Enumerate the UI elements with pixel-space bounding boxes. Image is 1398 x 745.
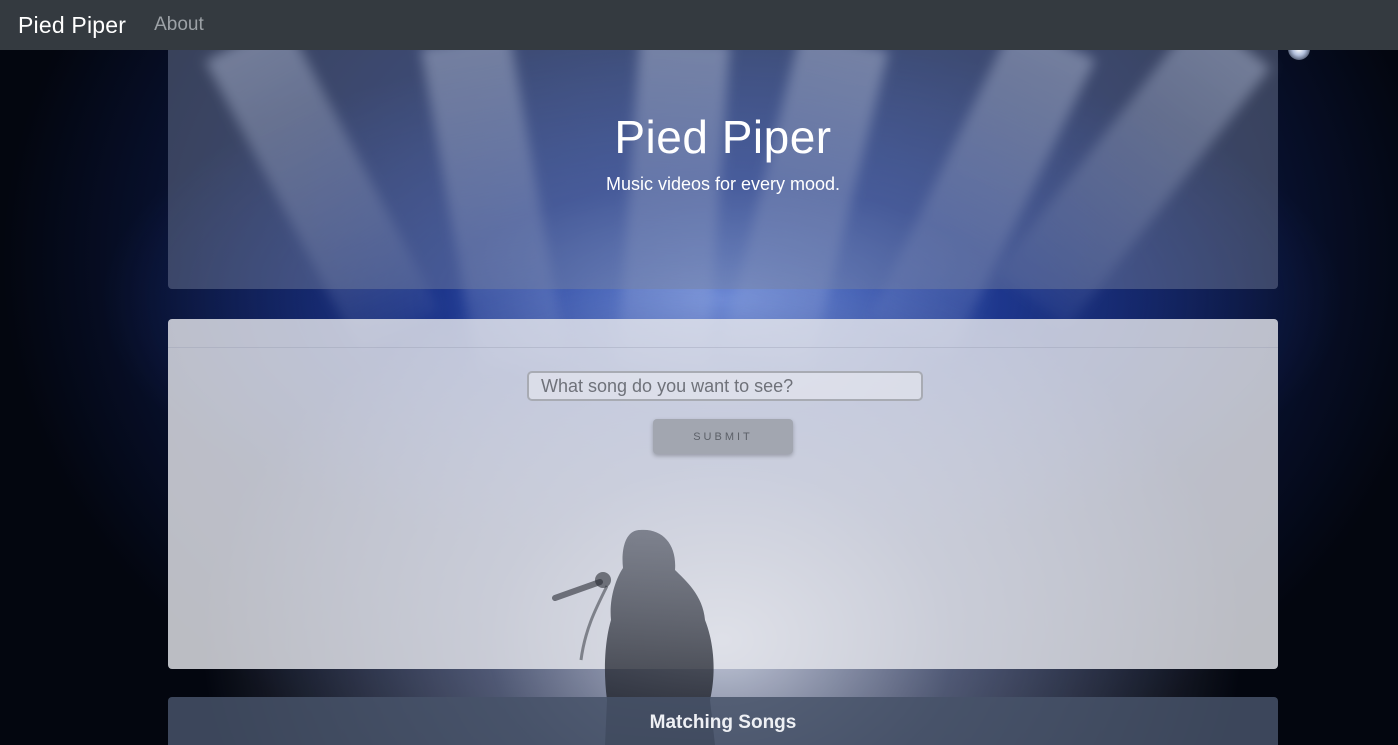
nav-link-about[interactable]: About [154, 14, 204, 36]
submit-button[interactable]: SUBMIT [653, 419, 793, 454]
card-divider [168, 347, 1278, 348]
matching-songs-card: Matching Songs [168, 697, 1278, 745]
hero-subtitle: Music videos for every mood. [605, 174, 841, 194]
matching-songs-title: Matching Songs [649, 712, 797, 733]
search-card: SUBMIT [168, 319, 1278, 669]
song-search-input[interactable] [527, 371, 923, 401]
navbar-brand[interactable]: Pied Piper [18, 12, 126, 39]
top-navbar: Pied Piper About [0, 0, 1398, 50]
hero-jumbotron: Pied Piper Music videos for every mood. [168, 30, 1278, 289]
hero-title: Pied Piper [614, 111, 832, 163]
